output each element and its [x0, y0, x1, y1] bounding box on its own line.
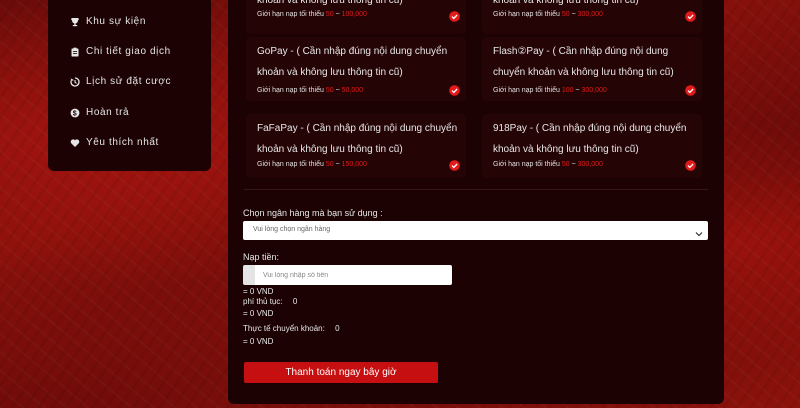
method-title: GoPay - ( Cần nhập đúng nội dung chuyển …: [257, 46, 448, 78]
heart-icon: [70, 138, 80, 148]
actual-transfer-converted: = 0 VND: [243, 337, 274, 346]
dollar-icon: $: [70, 108, 80, 118]
sidebar-item-events[interactable]: Khu sự kiện: [70, 16, 146, 27]
actual-transfer-row: Thực tế chuyển khoản: 0: [243, 324, 340, 333]
sidebar: Khu sự kiện Chi tiết giao dịch Lịch sử đ…: [48, 0, 211, 171]
bank-select-label: Chọn ngân hàng mà bạn sử dụng :: [243, 208, 383, 218]
actual-transfer-label: Thực tế chuyển khoản:: [243, 324, 325, 333]
method-limit: Giới hạn nạp tối thiểu 50 ~ 300,000: [493, 161, 603, 168]
selected-check-icon: [685, 83, 696, 96]
section-divider: [244, 189, 708, 190]
chevron-down-icon: [694, 226, 704, 237]
sidebar-item-label: Chi tiết giao dịch: [86, 46, 171, 57]
selected-check-icon: [685, 9, 696, 22]
method-card-918pay[interactable]: 918Pay - ( Cần nhập đúng nội dung chuyển…: [482, 114, 702, 178]
selected-check-icon: [685, 158, 696, 171]
deposit-amount-group: [243, 265, 452, 285]
sidebar-item-favorites[interactable]: Yêu thích nhất: [70, 137, 159, 148]
bank-select-placeholder: Vui lòng chọn ngân hàng: [253, 226, 331, 233]
method-card-gopay[interactable]: GoPay - ( Cần nhập đúng nội dung chuyển …: [246, 37, 466, 101]
method-title: Flash②Pay - ( Cần nhập đúng nội dung chu…: [493, 46, 674, 78]
fee-converted: = 0 VND: [243, 309, 274, 318]
sidebar-item-label: Lịch sử đặt cược: [86, 76, 172, 87]
selected-check-icon: [449, 9, 460, 22]
deposit-amount-label: Nạp tiền:: [243, 252, 280, 262]
method-limit: Giới hạn nạp tối thiểu 50 ~ 300,000: [493, 11, 603, 18]
bank-select[interactable]: Vui lòng chọn ngân hàng: [243, 221, 708, 240]
method-limit: Giới hạn nạp tối thiểu 50 ~ 100,000: [257, 11, 367, 18]
method-title: FaFaPay - ( Cần nhập đúng nội dung chuyể…: [257, 123, 458, 155]
sidebar-item-rebate[interactable]: $ Hoàn trả: [70, 107, 129, 118]
method-limit: Giới hạn nạp tối thiểu 50 ~ 50,000: [257, 87, 364, 94]
fee-label: phí thủ tục:: [243, 297, 283, 306]
sidebar-item-label: Khu sự kiện: [86, 16, 146, 27]
method-title: khoản và không lưu thông tin cũ): [493, 0, 639, 6]
method-limit: Giới hạn nạp tối thiểu 50 ~ 150,000: [257, 161, 367, 168]
fee-value: 0: [292, 297, 298, 306]
svg-text:$: $: [73, 110, 78, 117]
sidebar-item-label: Hoàn trả: [86, 107, 130, 118]
method-title: 918Pay - ( Cần nhập đúng nội dung chuyển…: [493, 123, 687, 155]
method-card-flashpay[interactable]: Flash②Pay - ( Cần nhập đúng nội dung chu…: [482, 37, 702, 101]
trophy-icon: [70, 17, 80, 27]
method-card-fafapay[interactable]: FaFaPay - ( Cần nhập đúng nội dung chuyể…: [246, 114, 466, 178]
actual-transfer-value: 0: [335, 324, 340, 333]
pay-now-button[interactable]: Thanh toán ngay bây giờ: [244, 362, 438, 383]
selected-check-icon: [449, 83, 460, 96]
sidebar-item-label: Yêu thích nhất: [86, 137, 159, 148]
amount-prefix: [243, 265, 255, 285]
method-card-top-right[interactable]: khoản và không lưu thông tin cũ) Giới hạ…: [482, 0, 702, 34]
clipboard-icon: [70, 47, 80, 57]
sidebar-item-bet-history[interactable]: Lịch sử đặt cược: [70, 76, 171, 87]
deposit-amount-input[interactable]: [255, 265, 452, 285]
history-icon: [70, 76, 80, 87]
fee-row: phí thủ tục: 0: [243, 297, 297, 306]
method-title: khoản và không lưu thông tin cũ): [257, 0, 403, 6]
deposit-converted: = 0 VND: [243, 287, 274, 296]
method-limit: Giới hạn nạp tối thiểu 100 ~ 300,000: [493, 87, 607, 94]
sidebar-item-transactions[interactable]: Chi tiết giao dịch: [70, 46, 171, 57]
selected-check-icon: [449, 158, 460, 171]
method-card-top-left[interactable]: khoản và không lưu thông tin cũ) Giới hạ…: [246, 0, 466, 34]
